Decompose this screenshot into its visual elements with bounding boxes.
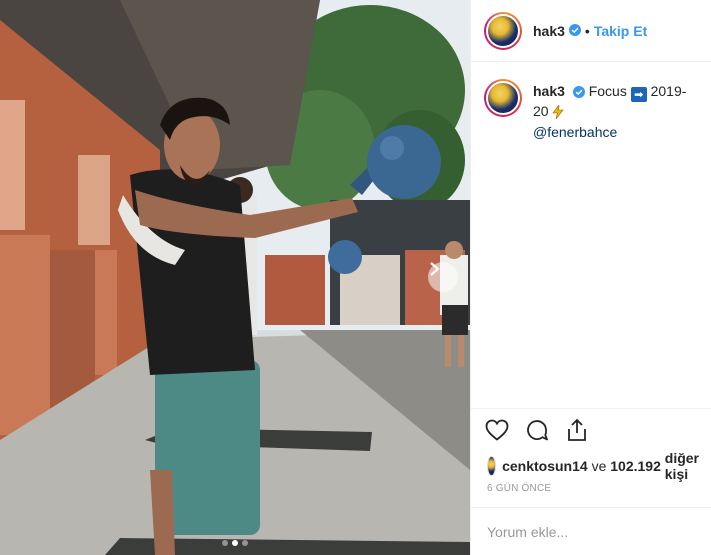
caption-avatar[interactable] [484,79,522,117]
avatar-image [486,81,520,115]
comment-button[interactable] [524,417,550,443]
caption: hak3 Focus ➡ 2019-20 @fenerbahce [484,79,699,141]
caption-text: hak3 Focus ➡ 2019-20 @fenerbahce [533,79,699,141]
avatar-image [486,13,520,48]
photo-illustration [0,0,470,555]
caption-area: hak3 Focus ➡ 2019-20 @fenerbahce [471,62,711,408]
follow-button[interactable]: Takip Et [594,23,647,39]
post-timestamp[interactable]: 6 GÜN ÖNCE [471,481,711,507]
post-header: hak3 • Takip Et [471,0,711,62]
carousel-indicator [0,540,470,546]
heart-icon [485,419,509,441]
header-username[interactable]: hak3 [533,23,565,39]
post-photo[interactable] [0,0,470,555]
caption-username[interactable]: hak3 [533,83,565,99]
carousel-dot-active [232,540,238,546]
profile-avatar[interactable] [484,11,522,50]
comment-box [471,507,711,555]
verified-badge-icon [572,84,585,102]
post-side-panel: hak3 • Takip Et hak3 Focus ➡ 2019-20 @fe… [470,0,711,555]
likes-summary: cenktosun14 ve 102.192 diğer kişi [471,450,711,482]
action-bar [471,408,711,451]
caption-word: Focus [588,83,627,99]
carousel-dot [222,540,228,546]
share-icon [568,418,586,441]
share-button[interactable] [564,417,590,443]
like-button[interactable] [484,417,510,443]
right-arrow-emoji-icon: ➡ [630,87,647,102]
next-arrow-icon [430,262,440,276]
verified-badge-icon [568,23,581,39]
mention-link[interactable]: @fenerbahce [533,124,617,140]
instagram-post-modal: hak3 • Takip Et hak3 Focus ➡ 2019-20 @fe… [0,0,711,555]
first-liker-username[interactable]: cenktosun14 [502,458,588,474]
comment-icon [527,420,548,441]
header-separator: • [584,22,590,39]
likes-conjunction: ve [591,458,607,474]
liker-avatar[interactable] [487,456,497,476]
carousel-dot [242,540,248,546]
others-count[interactable]: 102.192 [610,458,661,474]
comment-input[interactable] [487,523,699,540]
carousel-next-button[interactable] [428,262,458,292]
others-suffix[interactable]: diğer kişi [665,450,699,482]
lightning-icon [552,103,565,123]
